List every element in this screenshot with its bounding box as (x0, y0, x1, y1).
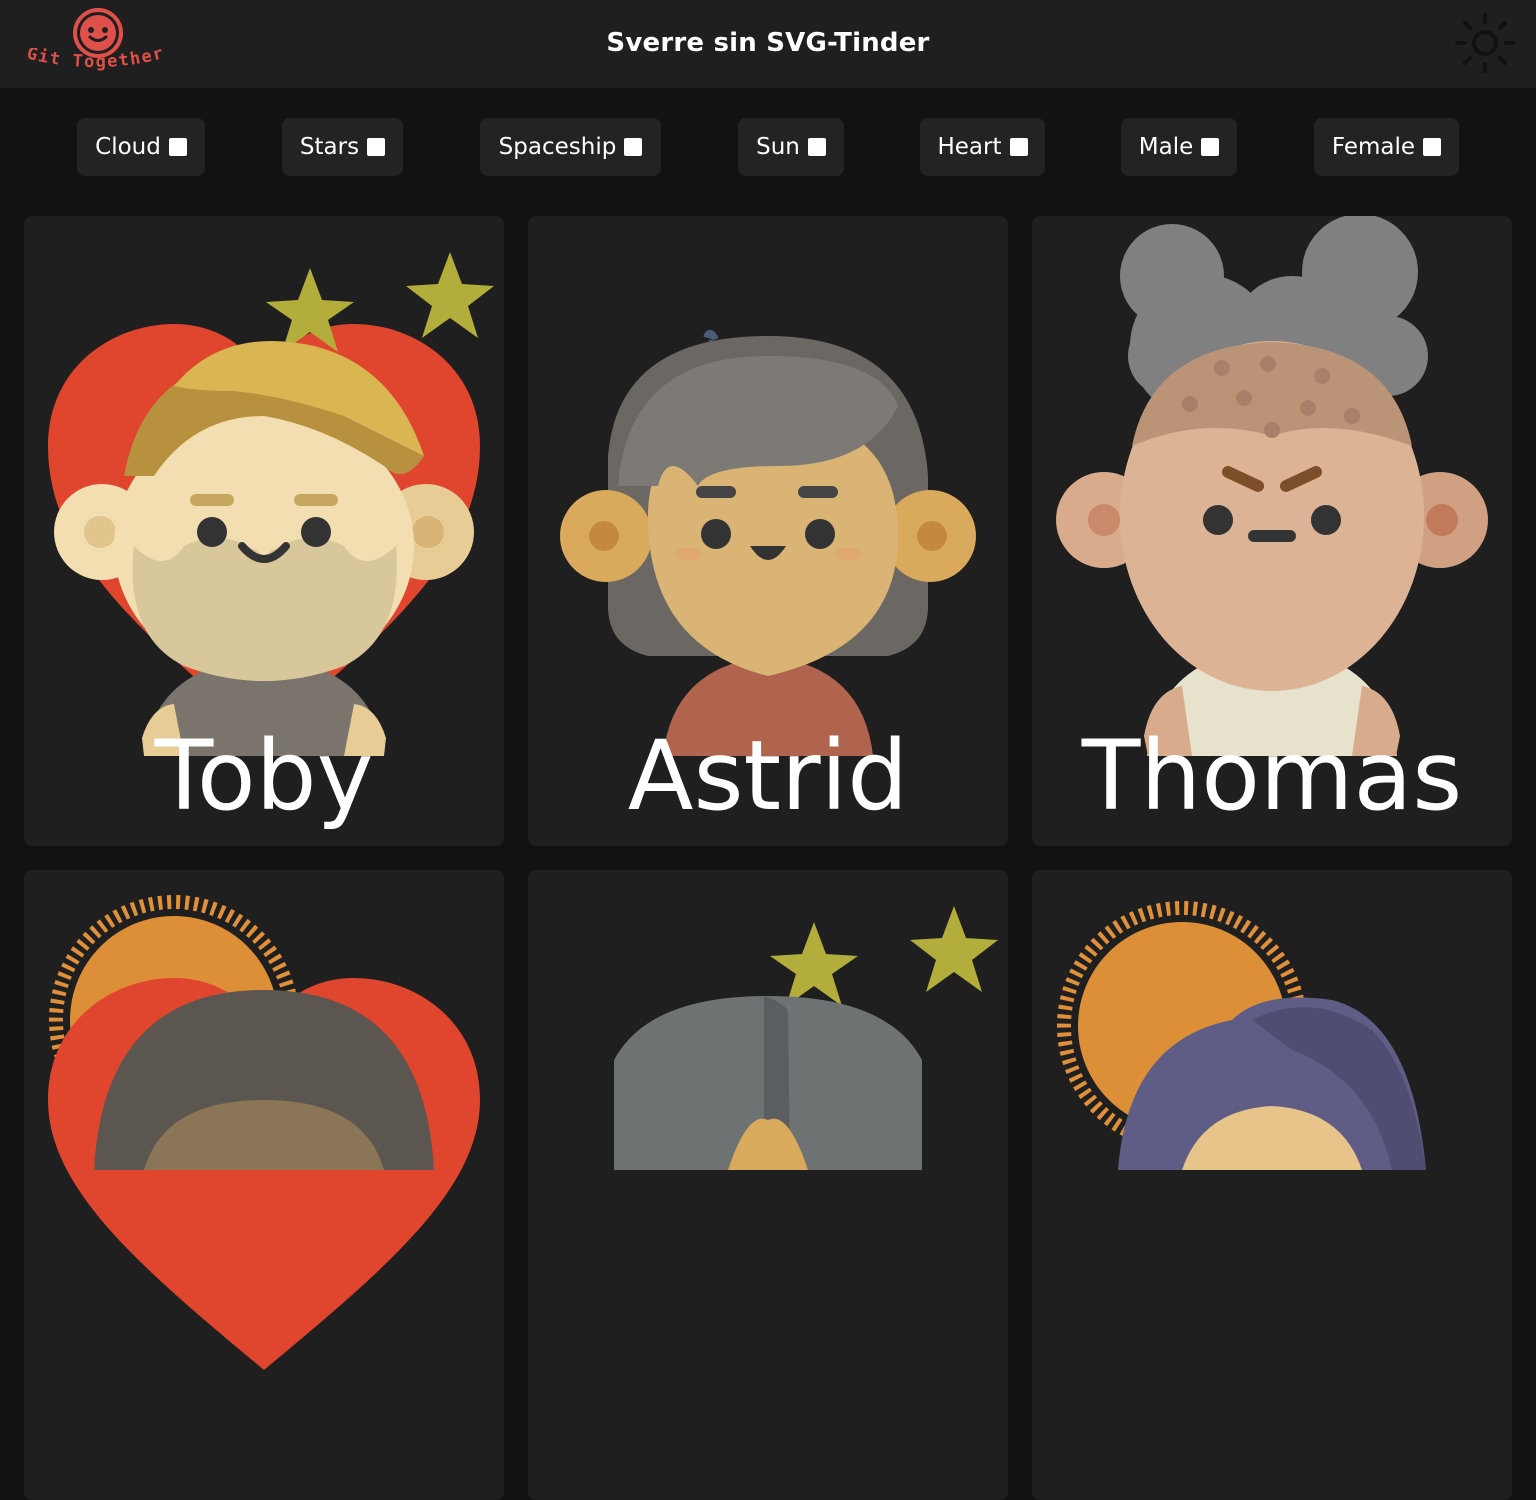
profile-card-astrid[interactable]: Astrid (528, 216, 1008, 846)
filter-sun[interactable]: Sun (738, 118, 844, 176)
filter-spaceship[interactable]: Spaceship (480, 118, 661, 176)
filter-label: Female (1331, 134, 1416, 160)
profile-card[interactable] (24, 870, 504, 1500)
avatar (1057, 901, 1426, 1170)
star-icon (770, 922, 858, 1006)
filter-female[interactable]: Female (1314, 118, 1459, 176)
filter-checkbox[interactable] (1201, 138, 1220, 156)
filter-cloud[interactable]: Cloud (77, 118, 205, 176)
profile-name: Thomas (1081, 720, 1463, 832)
profile-card-toby[interactable]: Toby (24, 216, 504, 846)
star-icon (406, 252, 494, 338)
profile-name: Toby (154, 720, 374, 832)
filter-label: Cloud (95, 134, 161, 160)
filter-checkbox[interactable] (1009, 138, 1028, 156)
profile-card[interactable] (528, 870, 1008, 1500)
filter-checkbox[interactable] (1423, 138, 1442, 156)
filter-label: Heart (937, 134, 1002, 160)
filter-label: Spaceship (498, 134, 617, 160)
filter-heart[interactable]: Heart (920, 118, 1045, 176)
page-title: Sverre sin SVG-Tinder (606, 28, 930, 58)
avatar (48, 895, 480, 1370)
theme-toggle-button[interactable] (1454, 12, 1516, 74)
filter-checkbox[interactable] (807, 138, 826, 156)
top-bar: Git Together Sverre sin SVG-Tinder (0, 0, 1536, 88)
profile-card[interactable] (1032, 870, 1512, 1500)
filter-checkbox[interactable] (624, 138, 643, 156)
star-icon (910, 906, 998, 992)
filter-male[interactable]: Male (1121, 118, 1237, 176)
filter-label: Stars (299, 134, 360, 160)
profile-name: Astrid (627, 720, 909, 832)
filter-bar: Cloud Stars Spaceship Sun Heart Male Fem… (0, 118, 1536, 178)
filter-checkbox[interactable] (367, 138, 386, 156)
sun-icon (1455, 13, 1515, 73)
filter-stars[interactable]: Stars (282, 118, 403, 176)
profile-card-thomas[interactable]: Thomas (1032, 216, 1512, 846)
filter-label: Male (1138, 134, 1194, 160)
filter-label: Sun (756, 134, 800, 160)
filter-checkbox[interactable] (168, 138, 187, 156)
avatar (614, 906, 998, 1170)
